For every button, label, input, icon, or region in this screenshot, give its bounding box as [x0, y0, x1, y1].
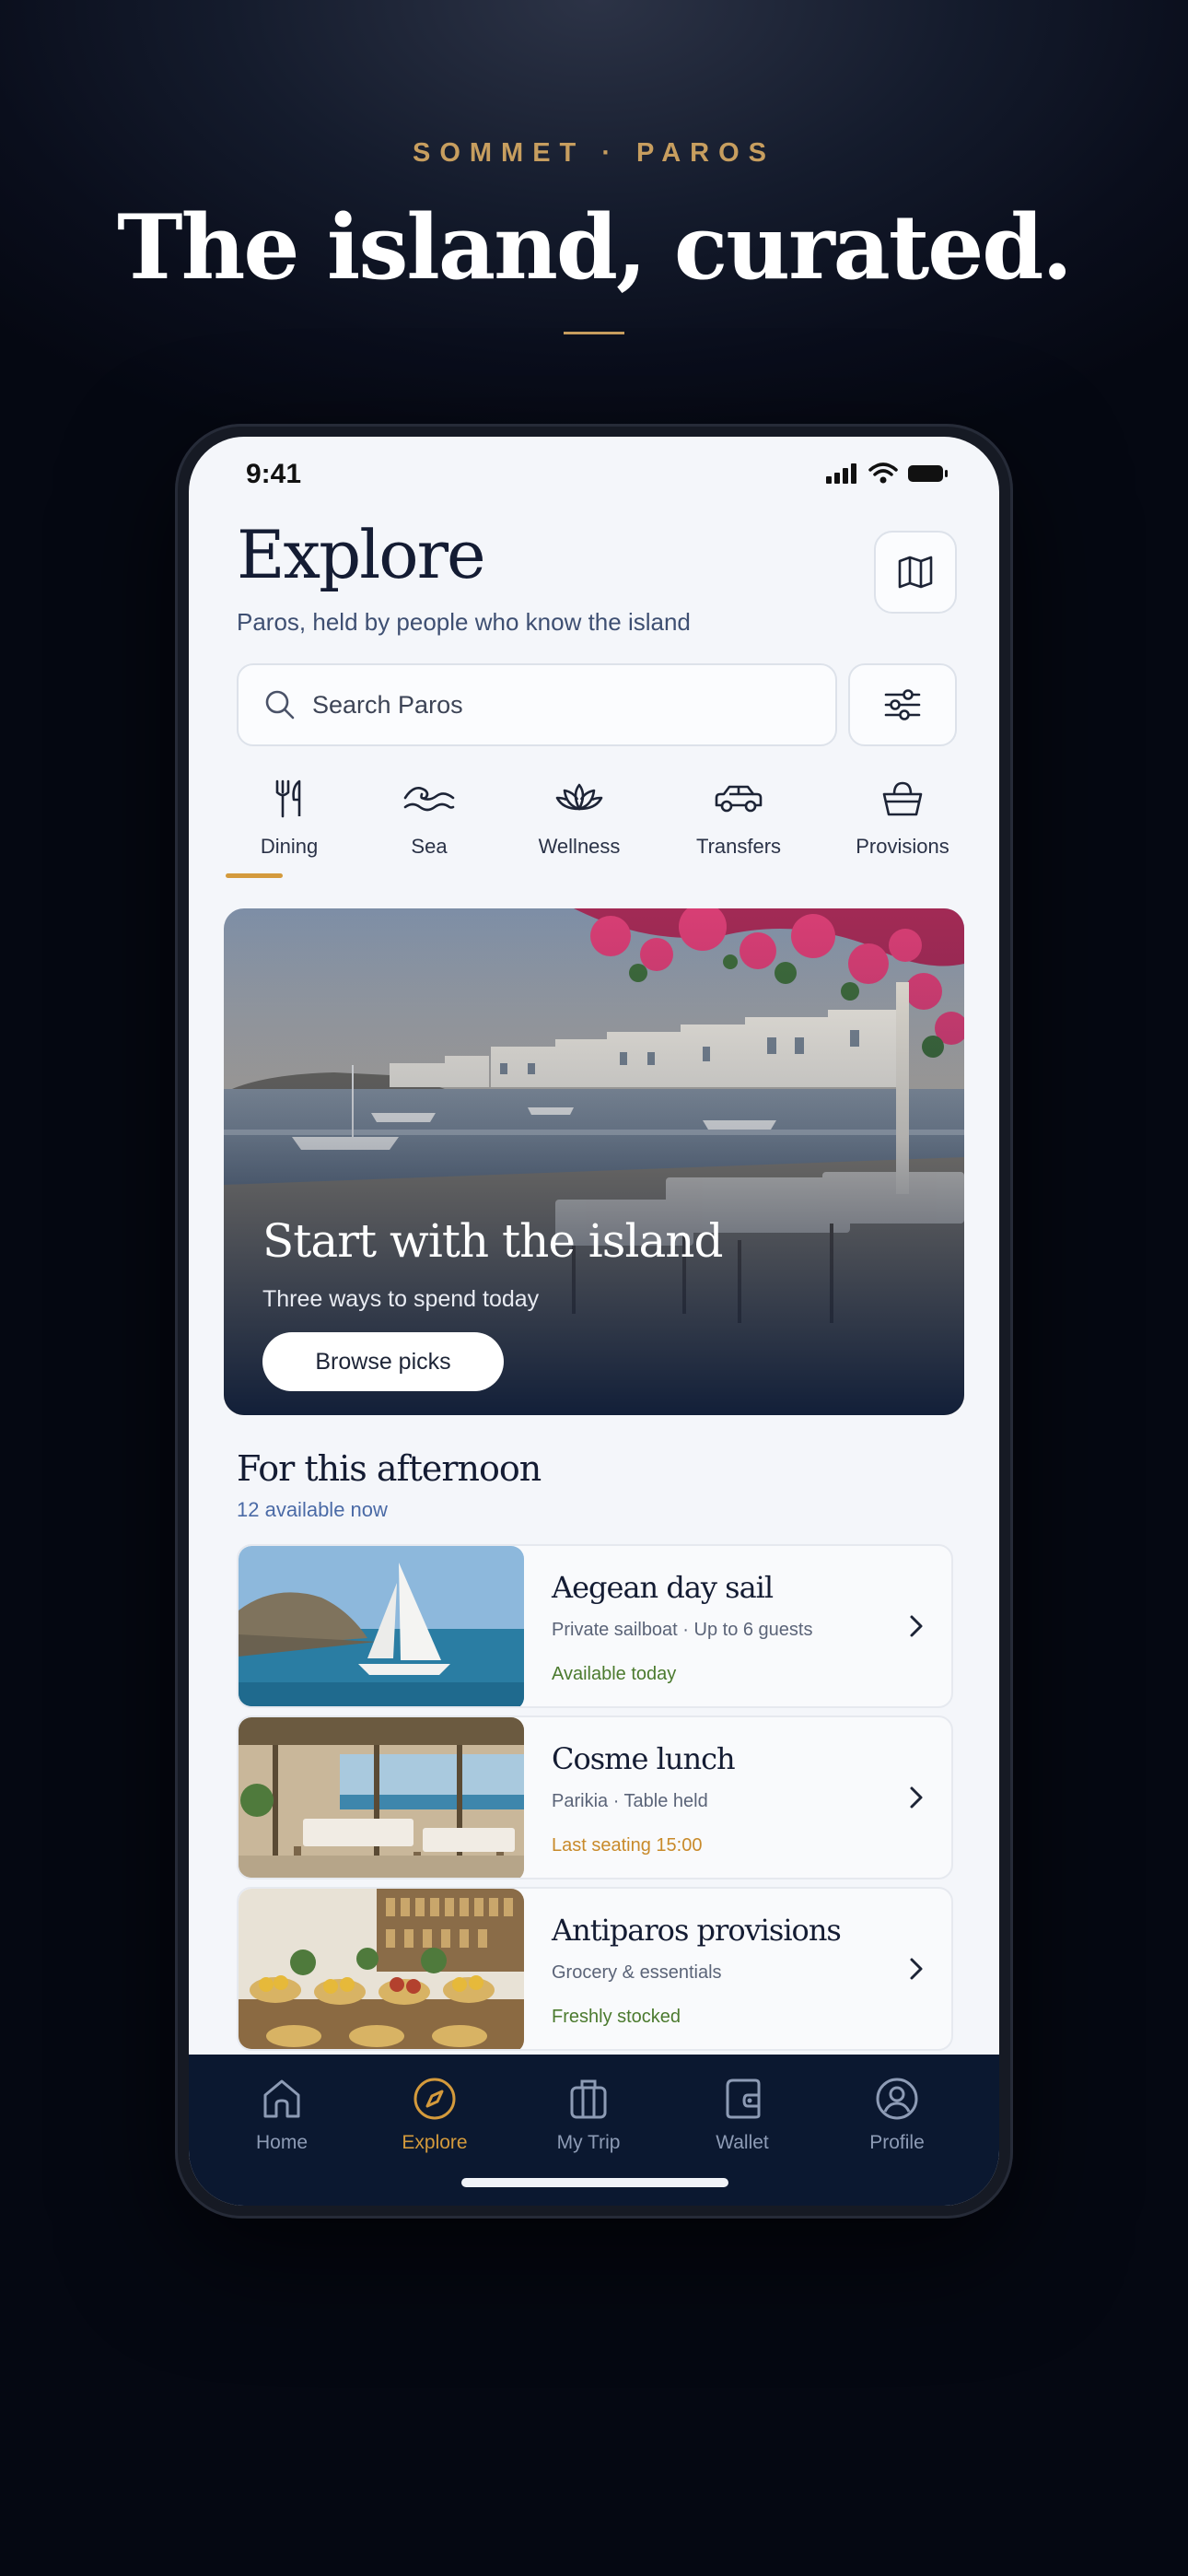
browse-picks-button[interactable]: Browse picks	[262, 1332, 504, 1391]
listing-title: Cosme lunch	[552, 1741, 736, 1776]
suitcase-icon	[570, 2079, 607, 2119]
promo-eyebrow: SOMMET · PAROS	[412, 138, 776, 168]
listing-card[interactable]: Cosme lunch Parikia · Table held Last se…	[237, 1715, 953, 1879]
tab-label-explore: Explore	[402, 2132, 468, 2153]
search-input[interactable]: Search Paros	[237, 663, 837, 746]
taverna-image	[239, 1717, 524, 1878]
status-icons	[826, 463, 949, 485]
hero-card[interactable]: Start with the island Three ways to spen…	[224, 908, 964, 1415]
listing-meta: Parikia · Table held	[552, 1791, 708, 1811]
listing-card[interactable]: Aegean day sail Private sailboat · Up to…	[237, 1544, 953, 1708]
profile-icon	[876, 2078, 918, 2120]
listing-meta: Grocery & essentials	[552, 1962, 722, 1983]
sliders-icon	[884, 689, 921, 720]
category-bar: Dining Sea Wellness Transfers Provisions	[222, 778, 966, 879]
car-icon	[715, 785, 763, 813]
listing-image	[239, 1889, 524, 2049]
map-icon	[898, 556, 933, 589]
listing-status: Available today	[552, 1664, 677, 1684]
battery-icon	[908, 465, 948, 482]
chevron-right-icon	[910, 1786, 923, 1809]
hero-title: Start with the island	[262, 1214, 723, 1268]
page-title: Explore	[237, 516, 486, 593]
category-label-provisions: Provisions	[856, 835, 949, 858]
tab-explore[interactable]: Explore	[366, 2075, 504, 2154]
listing-status: Freshly stocked	[552, 2007, 681, 2027]
tab-label-home: Home	[255, 2132, 309, 2153]
chevron-right-icon	[910, 1958, 923, 1980]
tab-label-wallet: Wallet	[716, 2132, 769, 2153]
listing-image	[239, 1717, 524, 1878]
market-image	[239, 1889, 524, 2049]
category-transfers[interactable]: Transfers	[670, 778, 808, 859]
category-wellness[interactable]: Wellness	[510, 778, 648, 859]
section-count: 12 available now	[237, 1498, 388, 1521]
cellular-signal-icon	[826, 463, 856, 484]
category-label-transfers: Transfers	[695, 835, 782, 858]
status-time: 9:41	[246, 459, 302, 489]
category-label-dining: Dining	[260, 835, 319, 858]
compass-icon	[413, 2078, 456, 2120]
tab-home[interactable]: Home	[213, 2075, 351, 2154]
tab-label-my-trip: My Trip	[556, 2132, 621, 2153]
listing-title: Antiparos provisions	[552, 1913, 842, 1948]
promo-headline: The island, curated.	[117, 195, 1073, 299]
category-sea[interactable]: Sea	[360, 778, 498, 859]
headline-rule	[564, 332, 624, 334]
listing-meta: Private sailboat · Up to 6 guests	[552, 1620, 813, 1640]
category-dining[interactable]: Dining	[220, 778, 358, 859]
listing-card[interactable]: Antiparos provisions Grocery & essential…	[237, 1887, 953, 2051]
category-label-sea: Sea	[411, 835, 448, 858]
hero-subtitle: Three ways to spend today	[262, 1286, 540, 1312]
tab-label-profile: Profile	[869, 2132, 925, 2153]
map-button[interactable]	[874, 531, 957, 614]
wifi-icon	[868, 463, 898, 484]
phone-screen: 9:41 Explore Paros, held by people who k…	[189, 437, 999, 2206]
search-icon	[265, 690, 295, 720]
category-label-wellness: Wellness	[538, 835, 621, 858]
listing-image	[239, 1546, 524, 1706]
tab-profile[interactable]: Profile	[828, 2075, 966, 2154]
lotus-icon	[555, 783, 603, 811]
listing-title: Aegean day sail	[552, 1570, 774, 1605]
chevron-right-icon	[910, 1615, 923, 1637]
category-provisions[interactable]: Provisions	[833, 778, 972, 859]
filter-button[interactable]	[848, 663, 957, 746]
tab-wallet[interactable]: Wallet	[673, 2075, 811, 2154]
home-indicator	[461, 2178, 728, 2187]
section-title: For this afternoon	[237, 1448, 542, 1489]
fork-knife-icon	[275, 779, 301, 818]
page-subtitle: Paros, held by people who know the islan…	[237, 608, 691, 636]
waves-icon	[403, 787, 455, 812]
sailboat-image	[239, 1546, 524, 1706]
category-selected-indicator	[226, 873, 283, 878]
search-placeholder: Search Paros	[312, 690, 463, 719]
home-icon	[263, 2079, 300, 2118]
wallet-icon	[726, 2078, 761, 2119]
tab-my-trip[interactable]: My Trip	[519, 2075, 658, 2154]
listing-status: Last seating 15:00	[552, 1835, 703, 1856]
basket-icon	[882, 781, 923, 816]
